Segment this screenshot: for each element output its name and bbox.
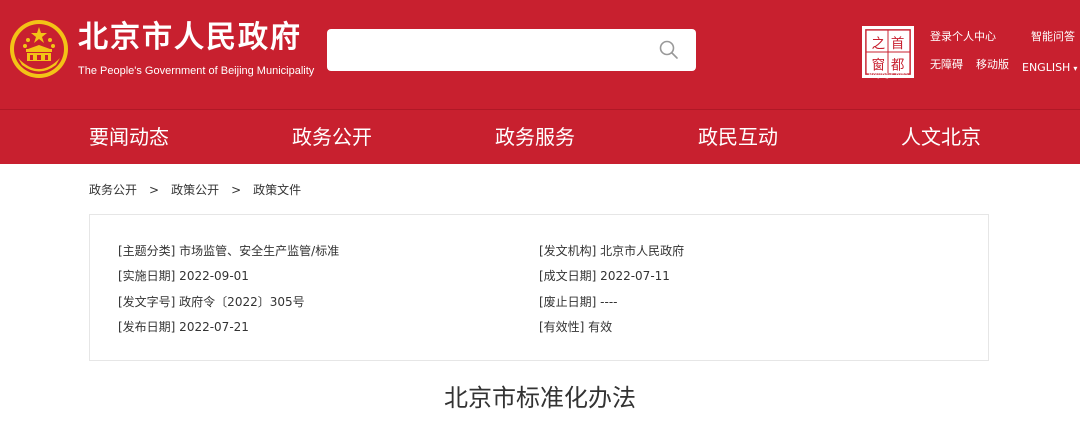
seal-caption: Beijing·China xyxy=(868,71,908,79)
seal-char: 之 xyxy=(872,36,885,52)
meta-topic-category: [主题分类] 市场监管、安全生产监管/标准 xyxy=(118,244,340,258)
meta-document-number: [发文字号] 政府令〔2022〕305号 xyxy=(118,295,305,309)
chevron-down-icon: ▾ xyxy=(1073,64,1078,73)
meta-written-date: [成文日期] 2022-07-11 xyxy=(539,269,670,283)
smart-qa-link[interactable]: 智能问答 xyxy=(1031,29,1075,45)
meta-effective-date: [实施日期] 2022-09-01 xyxy=(118,269,249,283)
meta-repeal-date: [废止日期] ---- xyxy=(539,295,618,309)
document-metadata-panel: [主题分类] 市场监管、安全生产监管/标准 [实施日期] 2022-09-01 … xyxy=(89,214,989,361)
meta-publish-date: [发布日期] 2022-07-21 xyxy=(118,320,249,334)
nav-item-interaction[interactable]: 政民互动 xyxy=(698,110,778,164)
accessibility-link[interactable]: 无障碍 xyxy=(930,57,963,73)
main-nav: 要闻动态 政务公开 政务服务 政民互动 人文北京 xyxy=(0,110,1080,164)
search-icon[interactable] xyxy=(656,37,682,63)
document-title: 北京市标准化办法 xyxy=(444,384,636,412)
breadcrumb-separator: > xyxy=(231,183,242,197)
language-label: ENGLISH xyxy=(1022,61,1071,74)
site-title[interactable]: 北京市人民政府 xyxy=(78,18,302,58)
national-emblem-icon[interactable] xyxy=(8,18,70,80)
search-box xyxy=(327,29,696,71)
login-link[interactable]: 登录个人中心 xyxy=(930,29,996,45)
mobile-version-link[interactable]: 移动版 xyxy=(976,57,1009,73)
site-header: 北京市人民政府 The People's Government of Beiji… xyxy=(0,0,1080,109)
meta-validity: [有效性] 有效 xyxy=(539,320,613,334)
meta-issuing-authority: [发文机构] 北京市人民政府 xyxy=(539,244,685,258)
search-input[interactable] xyxy=(327,29,657,71)
nav-item-gov-affairs-open[interactable]: 政务公开 xyxy=(292,110,372,164)
site-subtitle: The People's Government of Beijing Munic… xyxy=(78,65,315,77)
breadcrumb-item[interactable]: 政务公开 xyxy=(89,183,137,197)
breadcrumb-item[interactable]: 政策公开 xyxy=(171,183,219,197)
breadcrumb-item[interactable]: 政策文件 xyxy=(253,183,301,197)
nav-item-humanities-beijing[interactable]: 人文北京 xyxy=(901,110,981,164)
language-switch[interactable]: ENGLISH ▾ xyxy=(1022,60,1077,77)
breadcrumb: 政务公开 > 政策公开 > 政策文件 xyxy=(89,181,301,199)
breadcrumb-separator: > xyxy=(149,183,160,197)
nav-item-news[interactable]: 要闻动态 xyxy=(89,110,169,164)
nav-item-gov-services[interactable]: 政务服务 xyxy=(495,110,575,164)
seal-char: 首 xyxy=(891,36,904,52)
